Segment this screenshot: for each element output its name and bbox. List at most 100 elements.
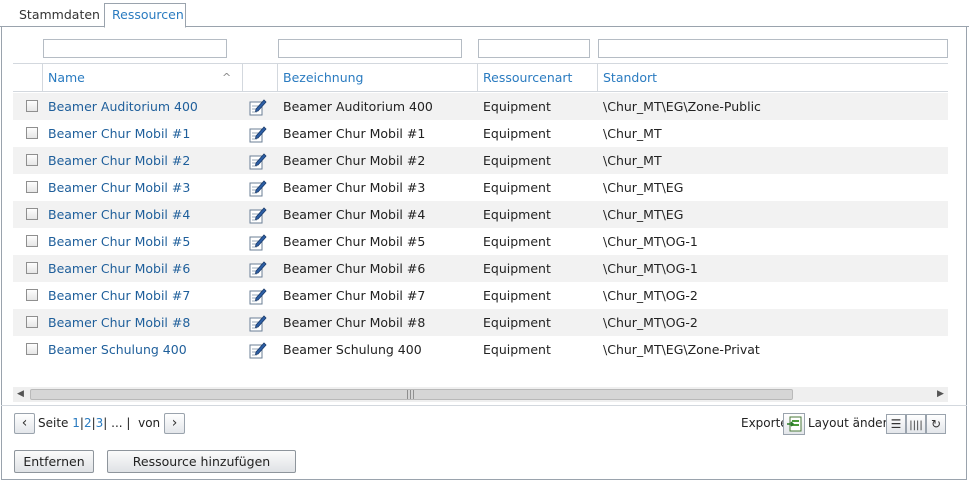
grid-header: Name ^ Bezeichnung Ressourcenart Standor…: [13, 63, 948, 92]
resource-name-link[interactable]: Beamer Chur Mobil #4: [48, 201, 190, 228]
horizontal-scrollbar[interactable]: ◀ ||| ▶: [13, 387, 948, 402]
remove-button[interactable]: Entfernen: [14, 450, 94, 473]
edit-icon[interactable]: [249, 125, 267, 143]
grip-icon: |||: [406, 390, 416, 400]
resource-bezeichnung: Beamer Chur Mobil #3: [283, 180, 426, 195]
table-row[interactable]: Beamer Auditorium 400 Beamer Auditorium 4…: [13, 93, 948, 120]
edit-icon[interactable]: [249, 98, 267, 116]
resource-type: Equipment: [483, 315, 551, 330]
column-header-standort-label: Standort: [603, 70, 658, 85]
resource-type: Equipment: [483, 261, 551, 276]
column-header-standort[interactable]: Standort: [597, 64, 947, 92]
edit-icon[interactable]: [249, 179, 267, 197]
sort-ascending-icon[interactable]: ^: [222, 64, 231, 92]
chevron-right-icon: ›: [171, 415, 178, 431]
edit-icon[interactable]: [249, 341, 267, 359]
pager-page-2[interactable]: 2: [84, 416, 92, 430]
resource-bezeichnung: Beamer Chur Mobil #1: [283, 126, 426, 141]
resource-name-link[interactable]: Beamer Chur Mobil #8: [48, 309, 190, 336]
pager: Seite 1|2|3| ... | von 4: [38, 415, 172, 431]
row-checkbox[interactable]: [26, 127, 38, 139]
list-view-button[interactable]: ☰: [886, 414, 906, 434]
tab-stammdaten[interactable]: Stammdaten: [11, 3, 104, 27]
table-row[interactable]: Beamer Chur Mobil #6 Beamer Chur Mobil #6…: [13, 255, 948, 282]
tab-bar: Stammdaten Ressourcen: [0, 0, 969, 28]
filter-standort-input[interactable]: [598, 39, 948, 58]
resource-type: Equipment: [483, 207, 551, 222]
pager-prev-button[interactable]: ‹: [14, 413, 35, 434]
resource-name-link[interactable]: Beamer Chur Mobil #2: [48, 147, 190, 174]
row-checkbox[interactable]: [26, 235, 38, 247]
column-header-ressourcenart-label: Ressourcenart: [483, 70, 573, 85]
row-checkbox[interactable]: [26, 100, 38, 112]
table-row[interactable]: Beamer Chur Mobil #2 Beamer Chur Mobil #2…: [13, 147, 948, 174]
add-resource-button[interactable]: Ressource hinzufügen: [107, 450, 296, 473]
list-view-icon: ☰: [890, 417, 902, 431]
filter-bezeichnung-input[interactable]: [278, 39, 462, 58]
column-header-ressourcenart[interactable]: Ressourcenart: [477, 64, 597, 92]
column-header-name[interactable]: Name: [42, 64, 242, 92]
tab-ressourcen[interactable]: Ressourcen: [104, 3, 186, 28]
resource-location: \Chur_MT\OG-1: [603, 261, 698, 276]
resource-name-link[interactable]: Beamer Chur Mobil #7: [48, 282, 190, 309]
resource-location: \Chur_MT\EG: [603, 180, 684, 195]
column-header-bezeichnung[interactable]: Bezeichnung: [277, 64, 477, 92]
resource-name-link[interactable]: Beamer Auditorium 400: [48, 93, 198, 120]
resource-bezeichnung: Beamer Chur Mobil #4: [283, 207, 426, 222]
row-checkbox[interactable]: [26, 289, 38, 301]
edit-icon[interactable]: [249, 314, 267, 332]
refresh-icon: ↻: [930, 417, 942, 431]
resource-name-link[interactable]: Beamer Chur Mobil #6: [48, 255, 190, 282]
resource-bezeichnung: Beamer Chur Mobil #5: [283, 234, 426, 249]
resource-bezeichnung: Beamer Chur Mobil #7: [283, 288, 426, 303]
scroll-right-icon[interactable]: ▶: [933, 387, 948, 402]
resource-location: \Chur_MT\EG: [603, 207, 684, 222]
pager-page-1[interactable]: 1: [72, 416, 80, 430]
table-row[interactable]: Beamer Chur Mobil #1 Beamer Chur Mobil #1…: [13, 120, 948, 147]
table-row[interactable]: Beamer Chur Mobil #3 Beamer Chur Mobil #3…: [13, 174, 948, 201]
resource-type: Equipment: [483, 234, 551, 249]
resource-location: \Chur_MT\OG-2: [603, 315, 698, 330]
table-row[interactable]: Beamer Chur Mobil #5 Beamer Chur Mobil #5…: [13, 228, 948, 255]
resource-name-link[interactable]: Beamer Chur Mobil #5: [48, 228, 190, 255]
pager-ellipsis[interactable]: ...: [111, 416, 122, 430]
row-checkbox[interactable]: [26, 208, 38, 220]
edit-icon[interactable]: [249, 152, 267, 170]
resource-location: \Chur_MT\OG-2: [603, 288, 698, 303]
chevron-left-icon: ‹: [21, 415, 28, 431]
resource-location: \Chur_MT: [603, 153, 662, 168]
edit-icon[interactable]: [249, 206, 267, 224]
edit-icon[interactable]: [249, 233, 267, 251]
filter-ressourcenart-input[interactable]: [478, 39, 590, 58]
export-label: Exporte: [741, 416, 788, 430]
row-checkbox[interactable]: [26, 262, 38, 274]
row-checkbox[interactable]: [26, 181, 38, 193]
resource-name-link[interactable]: Beamer Chur Mobil #3: [48, 174, 190, 201]
edit-icon[interactable]: [249, 260, 267, 278]
resource-bezeichnung: Beamer Schulung 400: [283, 342, 422, 357]
filter-name-input[interactable]: [43, 39, 227, 58]
resource-type: Equipment: [483, 288, 551, 303]
row-checkbox[interactable]: [26, 154, 38, 166]
scrollbar-thumb[interactable]: |||: [30, 389, 793, 400]
table-row[interactable]: Beamer Chur Mobil #7 Beamer Chur Mobil #7…: [13, 282, 948, 309]
resource-name-link[interactable]: Beamer Chur Mobil #1: [48, 120, 190, 147]
divider: [1, 405, 967, 406]
refresh-button[interactable]: ↻: [926, 414, 946, 434]
column-separator[interactable]: [242, 64, 243, 92]
resource-name-link[interactable]: Beamer Schulung 400: [48, 336, 187, 363]
resource-type: Equipment: [483, 99, 551, 114]
table-row[interactable]: Beamer Schulung 400 Beamer Schulung 400 Eq…: [13, 336, 948, 363]
pager-separator: |: [126, 416, 131, 430]
edit-icon[interactable]: [249, 287, 267, 305]
excel-export-icon: [787, 416, 802, 432]
scroll-left-icon[interactable]: ◀: [13, 387, 28, 402]
pager-next-button[interactable]: ›: [164, 413, 185, 434]
table-row[interactable]: Beamer Chur Mobil #8 Beamer Chur Mobil #8…: [13, 309, 948, 336]
column-view-button[interactable]: ||||: [906, 414, 926, 434]
row-checkbox[interactable]: [26, 343, 38, 355]
row-checkbox[interactable]: [26, 316, 38, 328]
resource-location: \Chur_MT\EG\Zone-Public: [603, 99, 761, 114]
export-button[interactable]: [783, 413, 805, 435]
table-row[interactable]: Beamer Chur Mobil #4 Beamer Chur Mobil #4…: [13, 201, 948, 228]
